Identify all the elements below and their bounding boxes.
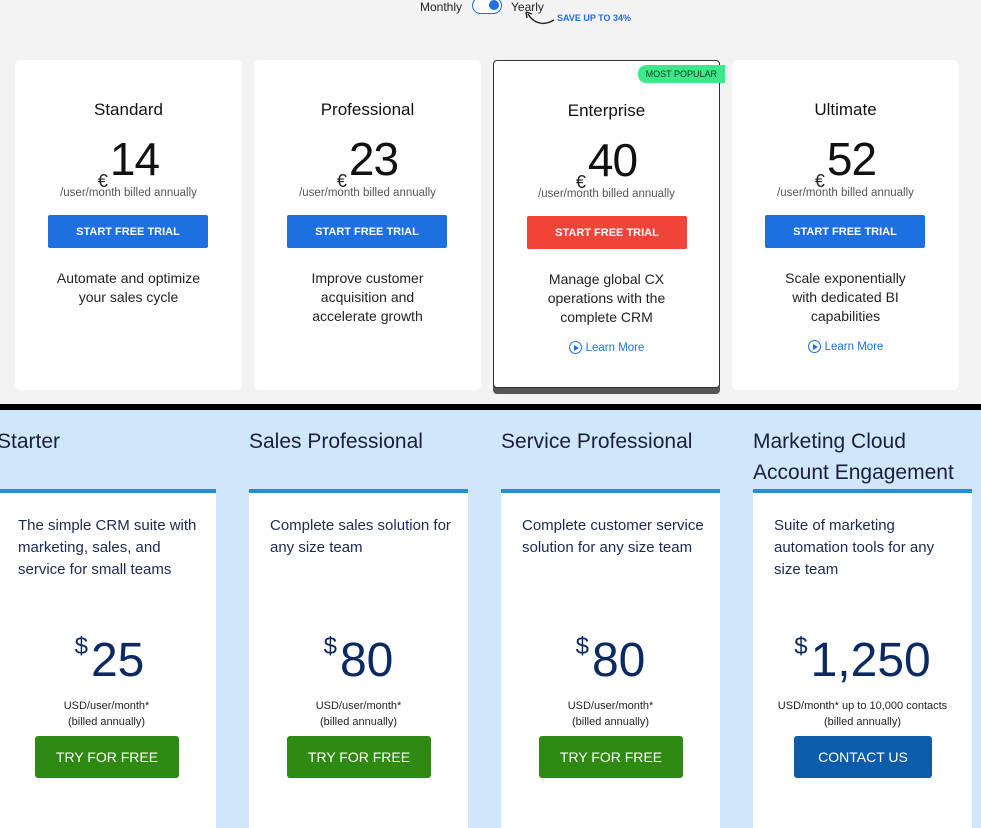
plan-price: $80 xyxy=(249,633,468,688)
price-amount: 80 xyxy=(591,634,646,687)
currency-symbol: $ xyxy=(794,633,808,660)
play-circle-icon xyxy=(807,340,821,353)
billing-switch[interactable] xyxy=(472,0,502,14)
try-for-free-button[interactable]: TRY FOR FREE xyxy=(35,736,179,778)
plan-description: Complete customer service solution for a… xyxy=(522,517,704,556)
currency-symbol: $ xyxy=(74,633,88,660)
price-unit: USD/month* up to 10,000 contacts (billed… xyxy=(753,698,972,730)
price-unit-line: USD/user/month* xyxy=(63,700,150,712)
try-for-free-button[interactable]: TRY FOR FREE xyxy=(287,736,431,778)
plan-description: The simple CRM suite with marketing, sal… xyxy=(18,517,197,578)
plan-card: Complete customer service solution for a… xyxy=(501,489,720,828)
plan-card-enterprise: MOST POPULAR Enterprise €40 /user/month … xyxy=(493,60,725,388)
billing-note: (billed annually) xyxy=(319,716,398,728)
plan-price: €52 xyxy=(732,132,959,191)
plan-title: Starter xyxy=(0,430,61,453)
start-free-trial-button[interactable]: START FREE TRIAL xyxy=(527,216,687,249)
learn-more-label: Learn More xyxy=(824,341,884,353)
billing-note: (billed annually) xyxy=(823,716,902,728)
billing-note: (billed annually) xyxy=(67,716,146,728)
zoho-pricing-section: Monthly Yearly SAVE UP TO 34% Standard €… xyxy=(0,0,981,404)
price-amount: 80 xyxy=(339,634,394,687)
billing-period: /user/month billed annually xyxy=(60,187,197,199)
most-popular-badge: MOST POPULAR xyxy=(637,65,725,83)
start-free-trial-button[interactable]: START FREE TRIAL xyxy=(765,215,925,248)
billing-period: /user/month billed annually xyxy=(538,188,675,200)
price-amount: 52 xyxy=(826,133,877,185)
price-amount: 40 xyxy=(587,134,638,186)
billing-note: (billed annually) xyxy=(571,716,650,728)
switch-knob xyxy=(489,0,499,10)
price-unit-line: USD/month* up to 10,000 contacts xyxy=(777,700,948,712)
curved-arrow-icon xyxy=(525,11,555,25)
billing-period: /user/month billed annually xyxy=(777,187,914,199)
plan-description: Manage global CX operations with the com… xyxy=(547,271,666,325)
billing-period: /user/month billed annually xyxy=(299,187,436,199)
plan-price: $80 xyxy=(501,633,720,688)
plan-column-sales-professional: Sales Professional Complete sales soluti… xyxy=(249,410,468,828)
try-for-free-button[interactable]: TRY FOR FREE xyxy=(539,736,683,778)
plan-description: Complete sales solution for any size tea… xyxy=(270,517,451,556)
plan-title: Marketing Cloud Account Engagement xyxy=(753,426,972,488)
price-amount: 14 xyxy=(109,133,160,185)
plan-price: €14 xyxy=(15,132,242,191)
plan-title-line: Marketing Cloud xyxy=(753,430,906,453)
learn-more-link[interactable]: Learn More xyxy=(732,340,959,353)
currency-symbol: $ xyxy=(575,633,589,660)
plan-title: Service Professional xyxy=(501,430,693,453)
plan-name: Enterprise xyxy=(567,101,646,120)
plan-description: Suite of marketing automation tools for … xyxy=(774,517,935,578)
plan-name: Standard xyxy=(94,100,163,119)
plan-name: Professional xyxy=(320,100,415,119)
price-amount: 25 xyxy=(90,634,145,687)
plan-column-marketing-cloud: Marketing Cloud Account Engagement Suite… xyxy=(753,410,972,828)
price-unit: USD/user/month* (billed annually) xyxy=(0,698,216,730)
plan-card: The simple CRM suite with marketing, sal… xyxy=(0,489,216,828)
start-free-trial-button[interactable]: START FREE TRIAL xyxy=(48,215,208,248)
plan-price: €23 xyxy=(254,132,481,191)
save-note-text: SAVE UP TO 34% xyxy=(557,13,632,23)
plan-card: Suite of marketing automation tools for … xyxy=(753,489,972,828)
plan-card-professional: Professional €23 /user/month billed annu… xyxy=(254,60,481,390)
plan-price: €40 xyxy=(494,133,719,192)
currency-symbol: $ xyxy=(323,633,337,660)
plan-description: Improve customer acquisition and acceler… xyxy=(311,270,424,324)
price-amount: 23 xyxy=(348,133,399,185)
price-unit-line: USD/user/month* xyxy=(315,700,402,712)
start-free-trial-button[interactable]: START FREE TRIAL xyxy=(287,215,447,248)
plan-price: $25 xyxy=(3,633,216,688)
plan-price: $1,250 xyxy=(753,633,972,688)
monthly-label[interactable]: Monthly xyxy=(420,0,462,14)
plan-name: Ultimate xyxy=(814,100,877,119)
plan-column-service-professional: Service Professional Complete customer s… xyxy=(501,410,720,828)
learn-more-label: Learn More xyxy=(585,342,645,354)
price-unit-line: USD/user/month* xyxy=(567,700,654,712)
salesforce-pricing-section: Starter The simple CRM suite with market… xyxy=(0,410,981,828)
contact-us-button[interactable]: CONTACT US xyxy=(794,736,932,778)
price-unit: USD/user/month* (billed annually) xyxy=(501,698,720,730)
price-unit: USD/user/month* (billed annually) xyxy=(249,698,468,730)
play-circle-icon xyxy=(568,341,582,354)
plan-card-ultimate: Ultimate €52 /user/month billed annually… xyxy=(732,60,959,390)
plan-card-standard: Standard €14 /user/month billed annually… xyxy=(15,60,242,390)
plan-title: Sales Professional xyxy=(249,430,423,453)
plan-card: Complete sales solution for any size tea… xyxy=(249,489,468,828)
plan-description: Automate and optimize your sales cycle xyxy=(56,270,201,305)
learn-more-link[interactable]: Learn More xyxy=(494,341,719,354)
price-amount: 1,250 xyxy=(810,634,931,687)
plan-description: Scale exponentially with dedicated BI ca… xyxy=(785,270,906,324)
plan-title-line: Account Engagement xyxy=(753,461,954,484)
plan-column-starter: Starter The simple CRM suite with market… xyxy=(0,410,216,828)
